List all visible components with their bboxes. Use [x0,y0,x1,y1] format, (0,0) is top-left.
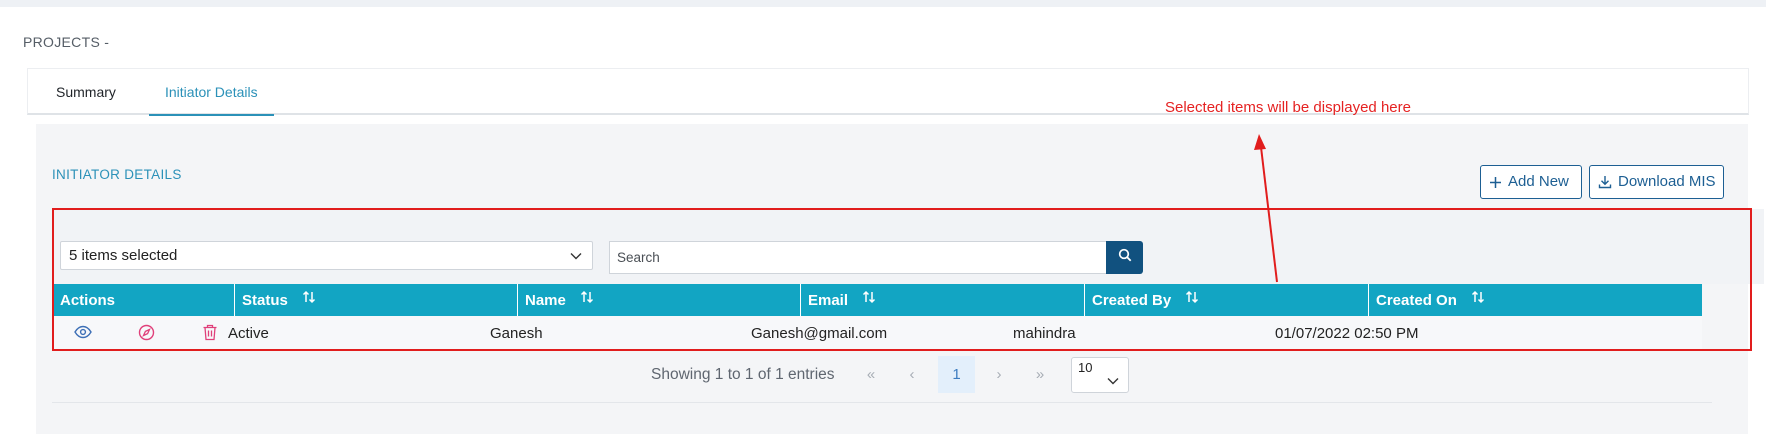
download-icon [1598,175,1612,189]
column-header-label: Actions [60,292,116,309]
tab-initiator-details[interactable]: Initiator Details [149,69,274,116]
trash-icon[interactable] [202,324,218,346]
table-header: Actions Status Name Email Created By Cre… [54,284,1702,316]
cell-status: Active [228,325,269,342]
download-mis-label: Download MIS [1618,173,1716,190]
column-header-created-on[interactable]: Created On [1368,284,1702,316]
first-page-button[interactable]: « [860,356,882,393]
tabs-bar: Summary Initiator Details [27,68,1749,116]
annotation-text: Selected items will be displayed here [1165,99,1411,116]
sort-icon [580,283,594,316]
divider [52,402,1712,403]
cell-created-by: mahindra [1013,325,1076,342]
column-header-created-by[interactable]: Created By [1084,284,1368,316]
pagination-summary: Showing 1 to 1 of 1 entries [651,366,835,383]
view-icon[interactable] [74,325,92,344]
multiselect-value: 5 items selected [69,247,178,264]
column-header-label: Created By [1092,292,1172,309]
column-header-email[interactable]: Email [800,284,1084,316]
sort-icon [862,283,876,316]
search-icon [1118,248,1132,267]
page-size-select[interactable]: 10 [1071,357,1129,393]
column-header-label: Email [808,292,849,309]
column-header-status[interactable]: Status [234,284,517,316]
page-size-value: 10 [1078,360,1093,375]
column-header-label: Created On [1376,292,1457,309]
sort-icon [302,283,316,316]
chevron-down-icon [570,242,582,269]
sort-icon [1471,283,1485,316]
cell-created-on: 01/07/2022 02:50 PM [1275,325,1419,342]
column-header-label: Status [242,292,288,309]
page-title: PROJECTS - [23,34,110,50]
previous-page-button[interactable]: ‹ [901,356,923,393]
column-header-name[interactable]: Name [517,284,800,316]
column-multiselect[interactable]: 5 items selected [60,241,593,270]
add-new-button[interactable]: Add New [1480,165,1582,199]
plus-icon [1489,176,1502,189]
search-button[interactable] [1106,241,1143,274]
last-page-button[interactable]: » [1029,356,1051,393]
table-row: Active Ganesh Ganesh@gmail.com mahindra … [54,316,1702,350]
next-page-button[interactable]: › [988,356,1010,393]
sort-icon [1185,283,1199,316]
column-header-actions: Actions [54,284,234,316]
cell-email: Ganesh@gmail.com [751,325,888,342]
column-header-label: Name [525,292,566,309]
chevron-down-icon [1107,371,1119,391]
tab-summary[interactable]: Summary [40,69,132,114]
cell-name: Ganesh [490,325,543,342]
compass-icon[interactable] [138,324,155,346]
add-new-label: Add New [1508,173,1569,190]
search-input[interactable] [609,241,1106,274]
download-mis-button[interactable]: Download MIS [1589,165,1724,199]
page-number-current[interactable]: 1 [938,356,975,393]
section-title: INITIATOR DETAILS [52,167,182,182]
